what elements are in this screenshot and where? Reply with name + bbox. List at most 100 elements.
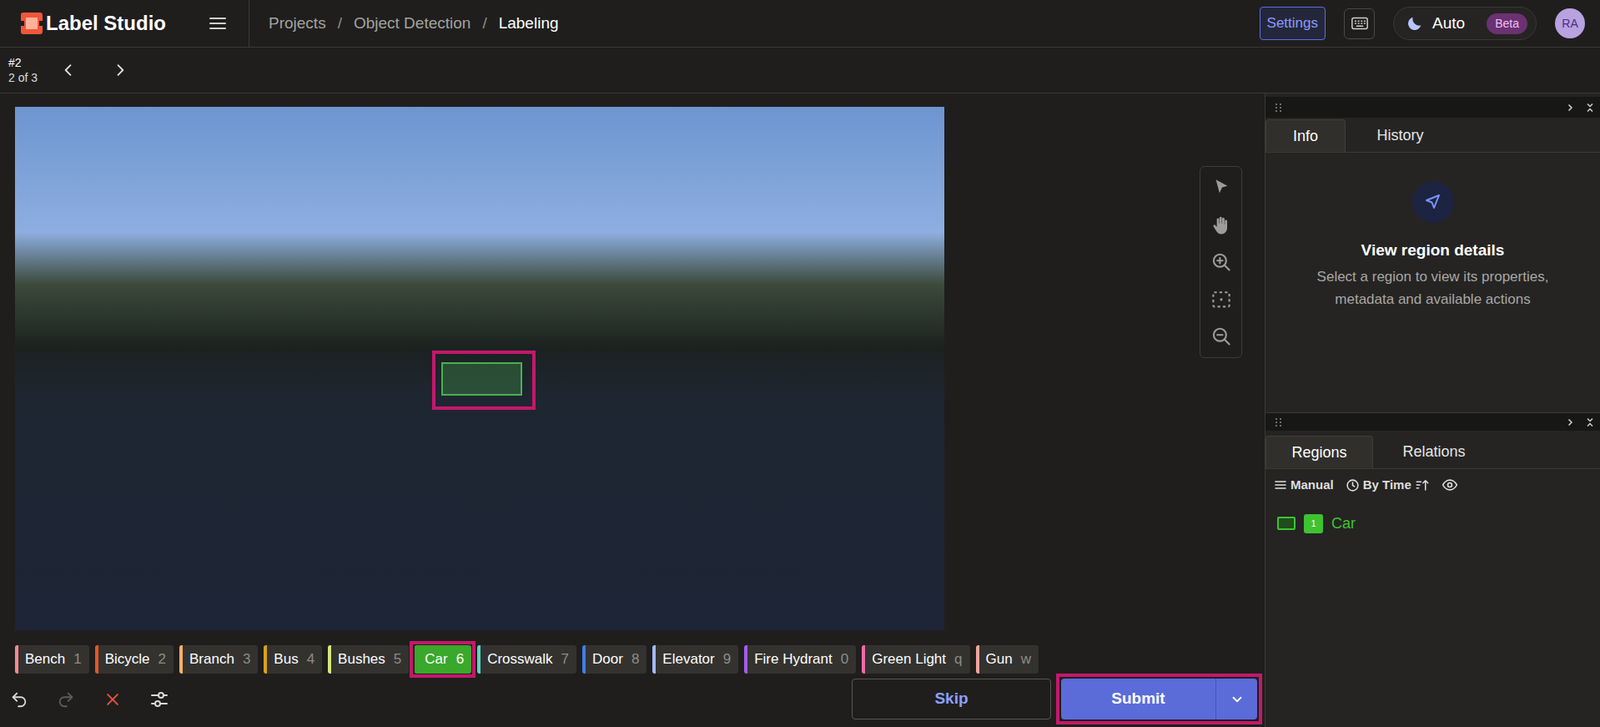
- fit-to-screen-icon[interactable]: [1210, 288, 1233, 311]
- label-color: [861, 644, 866, 674]
- label-name: Fire Hydrant: [747, 648, 833, 670]
- canvas-toolbar: [1199, 166, 1243, 358]
- label-name: Green Light: [865, 648, 946, 670]
- breadcrumb[interactable]: Labeling: [498, 11, 559, 36]
- undo-button[interactable]: [2, 682, 36, 716]
- label-hotkey: 8: [623, 648, 647, 670]
- label-button[interactable]: Green Lightq: [861, 644, 970, 674]
- grip-icon: [1273, 102, 1284, 113]
- sort-label: By Time: [1363, 475, 1412, 495]
- label-hotkey: 4: [298, 648, 323, 670]
- group-by-button[interactable]: Manual: [1273, 475, 1334, 495]
- keyboard-shortcuts-button[interactable]: [1343, 8, 1375, 40]
- breadcrumb[interactable]: Object Detection: [353, 11, 471, 36]
- cursor-icon[interactable]: [1210, 176, 1233, 199]
- reset-button[interactable]: [95, 682, 130, 716]
- user-avatar[interactable]: RA: [1554, 8, 1585, 39]
- collapse-icon[interactable]: [1584, 102, 1595, 113]
- label-button[interactable]: Door8: [582, 644, 647, 674]
- sort-button[interactable]: By Time: [1345, 475, 1430, 495]
- label-hotkey: w: [1012, 648, 1039, 670]
- panel-handle[interactable]: [1265, 412, 1600, 431]
- list-icon: [1273, 477, 1288, 492]
- sort-order-icon[interactable]: [1414, 477, 1430, 493]
- region-list: 1Car: [1265, 508, 1600, 539]
- chevron-right-icon[interactable]: [1564, 417, 1575, 428]
- label-color: [744, 644, 748, 674]
- submit-button[interactable]: Submit: [1061, 678, 1216, 720]
- region-label: Car: [1331, 512, 1356, 535]
- eye-icon[interactable]: [1441, 476, 1459, 494]
- panel-tab[interactable]: Relations: [1373, 435, 1495, 468]
- label-hotkey: 9: [714, 648, 739, 670]
- region-details-badge: [1412, 181, 1455, 223]
- group-label: Manual: [1290, 475, 1334, 495]
- label-button[interactable]: Bus4: [263, 644, 323, 674]
- panel-tab[interactable]: Regions: [1265, 435, 1374, 468]
- annotation-area: Bench1Bicycle2Branch3Bus4Bushes5Car6Cros…: [0, 93, 1266, 727]
- collapse-icon[interactable]: [1584, 417, 1595, 428]
- label-name: Bushes: [331, 648, 386, 670]
- next-task-button[interactable]: [106, 56, 134, 84]
- zoom-out-icon[interactable]: [1210, 325, 1233, 348]
- label-button[interactable]: Gunw: [976, 644, 1039, 674]
- photo[interactable]: [15, 106, 945, 630]
- brand: Label Studio: [0, 0, 250, 47]
- chevron-left-icon: [60, 61, 77, 79]
- breadcrumb-separator: /: [337, 11, 343, 36]
- moon-icon: [1405, 14, 1424, 33]
- label-button[interactable]: Elevator9: [652, 644, 739, 674]
- empty-state: View region details Select a region to v…: [1265, 152, 1600, 311]
- bounding-box[interactable]: [441, 362, 523, 396]
- label-hotkey: q: [945, 648, 970, 670]
- label-hotkey: 5: [385, 648, 409, 670]
- panel-tab[interactable]: Info: [1265, 119, 1346, 152]
- zoom-in-icon[interactable]: [1210, 251, 1233, 273]
- breadcrumb[interactable]: Projects: [268, 11, 327, 36]
- label-hotkey: 2: [150, 648, 174, 670]
- chevron-right-icon[interactable]: [1564, 102, 1575, 113]
- grip-icon: [1273, 417, 1284, 428]
- label-button[interactable]: Branch3: [179, 644, 258, 674]
- label-name: Crosswalk: [480, 648, 553, 670]
- logo-text[interactable]: Label Studio: [45, 8, 167, 39]
- label-button[interactable]: Car6: [414, 644, 472, 674]
- label-button[interactable]: Bicycle2: [95, 644, 174, 674]
- label-name: Gun: [979, 648, 1013, 670]
- chevron-down-icon: [1229, 691, 1245, 707]
- redo-button[interactable]: [49, 682, 83, 716]
- label-hotkey: 6: [447, 648, 472, 670]
- label-color: [414, 644, 418, 674]
- region-item[interactable]: 1Car: [1265, 508, 1600, 539]
- label-hotkey: 7: [553, 648, 577, 670]
- label-color: [327, 644, 332, 674]
- label-color: [652, 644, 656, 674]
- highlight-frame: [1056, 673, 1263, 725]
- hand-icon[interactable]: [1210, 214, 1233, 237]
- settings-sliders-button[interactable]: [142, 682, 177, 716]
- task-position: 2 of 3: [8, 70, 56, 86]
- panel-handle[interactable]: [1265, 96, 1600, 118]
- label-hotkey: 1: [65, 648, 89, 670]
- logo-icon: [20, 12, 43, 35]
- bottom-bar: Skip Submit: [0, 678, 1265, 720]
- submit-options-button[interactable]: [1215, 678, 1258, 720]
- cursor-icon: [1423, 191, 1444, 212]
- label-button[interactable]: Bench1: [15, 644, 90, 674]
- panel-tab[interactable]: History: [1345, 119, 1455, 152]
- menu-icon[interactable]: [207, 13, 228, 34]
- clock-icon: [1345, 477, 1360, 493]
- submit-group: Submit: [1061, 678, 1258, 720]
- task-id: #2: [8, 55, 56, 71]
- breadcrumb-separator: /: [482, 11, 487, 36]
- settings-button[interactable]: Settings: [1259, 6, 1326, 41]
- label-button[interactable]: Crosswalk7: [477, 644, 577, 674]
- label-button[interactable]: Bushes5: [327, 644, 409, 674]
- label-button[interactable]: Fire Hydrant0: [744, 644, 856, 674]
- skip-button[interactable]: Skip: [851, 678, 1052, 720]
- sliders-icon: [149, 689, 170, 710]
- theme-toggle[interactable]: Auto Beta: [1393, 6, 1537, 41]
- label-name: Door: [585, 648, 624, 670]
- previous-task-button[interactable]: [55, 56, 82, 84]
- label-color: [95, 644, 99, 674]
